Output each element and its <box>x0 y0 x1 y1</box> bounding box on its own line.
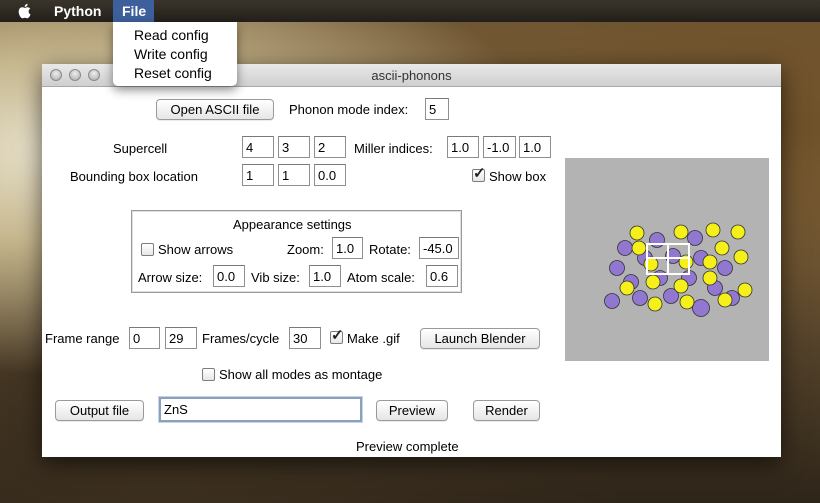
menu-bar: Python File <box>0 0 820 22</box>
rotate-input[interactable] <box>419 237 459 259</box>
status-text: Preview complete <box>356 439 459 454</box>
show-arrows-label: Show arrows <box>158 242 234 257</box>
bbox-y-input[interactable] <box>278 164 310 186</box>
montage-label: Show all modes as montage <box>219 367 383 382</box>
render-button[interactable]: Render <box>473 400 540 421</box>
menu-file[interactable]: File <box>113 0 154 22</box>
bbox-z-input[interactable] <box>314 164 346 186</box>
show-box-label: Show box <box>489 169 547 184</box>
phonon-mode-label: Phonon mode index: <box>289 102 409 117</box>
miller-h-input[interactable] <box>447 136 479 158</box>
make-gif-checkbox[interactable]: ✓ <box>330 327 344 344</box>
supercell-c-input[interactable] <box>314 136 346 158</box>
appearance-settings-title: Appearance settings <box>233 217 352 232</box>
frame-end-input[interactable] <box>165 327 197 349</box>
structure-preview-image <box>565 158 769 361</box>
zoom-label: Zoom: <box>287 242 324 257</box>
app-window: ascii-phonons Open ASCII file Phonon mod… <box>42 64 781 457</box>
bounding-box-label: Bounding box location <box>70 169 198 184</box>
miller-l-input[interactable] <box>519 136 551 158</box>
checkmark-icon: ✓ <box>331 327 344 344</box>
supercell-label: Supercell <box>113 141 168 156</box>
supercell-b-input[interactable] <box>278 136 310 158</box>
frame-start-input[interactable] <box>129 327 160 349</box>
frames-per-cycle-input[interactable] <box>289 327 321 349</box>
vib-size-input[interactable] <box>309 265 341 287</box>
crystal-structure-render <box>604 222 753 317</box>
menu-file-label: File <box>122 3 147 19</box>
phonon-mode-input[interactable] <box>425 98 449 120</box>
frames-per-cycle-label: Frames/cycle <box>202 331 280 346</box>
output-file-button[interactable]: Output file <box>55 400 144 421</box>
atom-scale-label: Atom scale: <box>347 270 415 285</box>
menu-item-reset-config[interactable]: Reset config <box>134 65 212 81</box>
supercell-a-input[interactable] <box>242 136 274 158</box>
zoom-input[interactable] <box>332 237 363 259</box>
checkmark-icon: ✓ <box>473 165 486 182</box>
miller-k-input[interactable] <box>483 136 516 158</box>
atom-scale-input[interactable] <box>426 265 458 287</box>
file-dropdown-menu: Read config Write config Reset config <box>113 22 237 86</box>
make-gif-label: Make .gif <box>347 331 400 346</box>
show-arrows-checkbox[interactable] <box>141 243 154 256</box>
menu-item-read-config[interactable]: Read config <box>134 27 209 43</box>
menu-item-write-config[interactable]: Write config <box>134 46 208 62</box>
arrow-size-input[interactable] <box>213 265 245 287</box>
menu-python[interactable]: Python <box>54 3 101 19</box>
rotate-label: Rotate: <box>369 242 411 257</box>
apple-logo-icon[interactable] <box>18 3 32 19</box>
miller-indices-label: Miller indices: <box>354 141 433 156</box>
montage-checkbox[interactable] <box>202 368 215 381</box>
output-file-input[interactable] <box>159 397 362 422</box>
show-box-checkbox[interactable]: ✓ <box>472 165 486 182</box>
bbox-x-input[interactable] <box>242 164 274 186</box>
launch-blender-button[interactable]: Launch Blender <box>420 328 540 349</box>
preview-button[interactable]: Preview <box>376 400 448 421</box>
frame-range-label: Frame range <box>45 331 120 346</box>
vib-size-label: Vib size: <box>251 270 300 285</box>
open-ascii-file-button[interactable]: Open ASCII file <box>156 99 274 120</box>
arrow-size-label: Arrow size: <box>138 270 203 285</box>
